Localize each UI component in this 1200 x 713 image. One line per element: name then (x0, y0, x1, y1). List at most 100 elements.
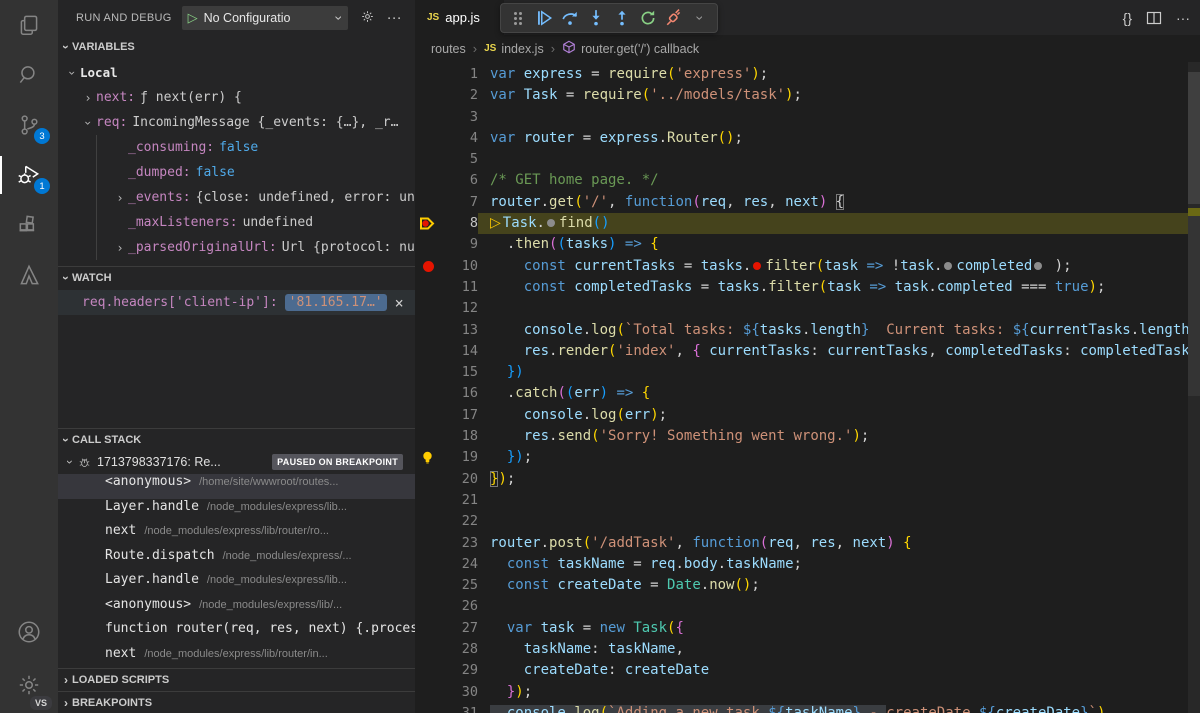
continue-button[interactable] (531, 5, 557, 31)
editor-more-actions-icon[interactable]: ··· (1176, 10, 1190, 26)
extensions-icon[interactable] (0, 200, 58, 250)
glyph-margin[interactable] (415, 682, 443, 703)
line-content[interactable]: }) (478, 362, 1200, 383)
explorer-icon[interactable] (0, 0, 58, 50)
stack-frame-row[interactable]: next/node_modules/express/lib/router/in.… (58, 646, 415, 671)
toolbar-drag-grip[interactable] (505, 5, 531, 31)
line-content[interactable]: var router = express.Router(); (478, 128, 1200, 149)
code-line[interactable]: 16 .catch((err) => { (415, 383, 1200, 404)
breakpoints-section-header[interactable]: › BREAKPOINTS (58, 691, 415, 713)
glyph-margin[interactable] (415, 320, 443, 341)
code-line[interactable]: 10 const currentTasks = tasks.filter(tas… (415, 256, 1200, 277)
stack-frame-row[interactable]: Layer.handle/node_modules/express/lib... (58, 572, 415, 597)
toolbar-chevron-down-icon[interactable]: › (687, 5, 713, 31)
code-line[interactable]: 13 console.log(`Total tasks: ${tasks.len… (415, 320, 1200, 341)
code-line[interactable]: 15 }) (415, 362, 1200, 383)
glyph-margin[interactable] (415, 596, 443, 617)
stack-frame-row[interactable]: next/node_modules/express/lib/router/ro.… (58, 523, 415, 548)
glyph-margin[interactable] (415, 426, 443, 447)
breadcrumb-symbol[interactable]: router.get('/') callback (562, 40, 699, 57)
line-content[interactable] (478, 511, 1200, 532)
glyph-margin[interactable] (415, 107, 443, 128)
line-content[interactable] (478, 107, 1200, 128)
code-line[interactable]: 24 const taskName = req.body.taskName; (415, 554, 1200, 575)
step-out-button[interactable] (609, 5, 635, 31)
glyph-margin[interactable] (415, 554, 443, 575)
variable-row[interactable]: ›_events:{close: undefined, error: un… (58, 185, 415, 210)
step-into-button[interactable] (583, 5, 609, 31)
azure-icon[interactable] (0, 250, 58, 300)
account-icon[interactable] (0, 607, 58, 657)
variable-row[interactable]: _maxListeners:undefined (58, 210, 415, 235)
stack-frame-row[interactable]: <anonymous>/node_modules/express/lib/... (58, 597, 415, 622)
breakpoint-icon[interactable] (415, 256, 443, 277)
variable-row[interactable]: ›_parsedOriginalUrl:Url {protocol: nu… (58, 235, 415, 260)
code-line[interactable]: 31 console.log(`Adding a new task ${task… (415, 703, 1200, 713)
line-content[interactable] (478, 596, 1200, 617)
stack-frame-row[interactable]: function router(req, res, next) {.proces (58, 621, 415, 646)
line-content[interactable] (478, 149, 1200, 170)
line-content[interactable]: const completedTasks = tasks.filter(task… (478, 277, 1200, 298)
tab-appjs[interactable]: JS app.js (415, 0, 504, 35)
code-line[interactable]: 4var router = express.Router(); (415, 128, 1200, 149)
code-line[interactable]: 18 res.send('Sorry! Something went wrong… (415, 426, 1200, 447)
glyph-margin[interactable] (415, 298, 443, 319)
breadcrumb-symbols-icon[interactable]: {} (1123, 10, 1132, 26)
debug-settings-gear-icon[interactable] (360, 9, 375, 26)
glyph-margin[interactable] (415, 85, 443, 106)
line-content[interactable]: }); (478, 447, 1200, 468)
line-content[interactable]: router.get('/', function(req, res, next)… (478, 192, 1200, 213)
glyph-margin[interactable] (415, 149, 443, 170)
code-line[interactable]: 11 const completedTasks = tasks.filter(t… (415, 277, 1200, 298)
overview-ruler[interactable] (1188, 62, 1200, 713)
glyph-margin[interactable] (415, 170, 443, 191)
glyph-margin[interactable] (415, 490, 443, 511)
split-editor-icon[interactable] (1146, 10, 1162, 26)
line-content[interactable]: var task = new Task({ (478, 618, 1200, 639)
variable-row[interactable]: _consuming:false (58, 135, 415, 160)
code-line[interactable]: 26 (415, 596, 1200, 617)
line-content[interactable]: var Task = require('../models/task'); (478, 85, 1200, 106)
code-line[interactable]: 19 }); (415, 447, 1200, 468)
code-line[interactable]: 23router.post('/addTask', function(req, … (415, 533, 1200, 554)
more-actions-icon[interactable]: ··· (387, 9, 402, 26)
code-line[interactable]: 1var express = require('express'); (415, 64, 1200, 85)
glyph-margin[interactable] (415, 405, 443, 426)
line-content[interactable]: var express = require('express'); (478, 64, 1200, 85)
watch-expression-row[interactable]: req.headers['client-ip']: '81.165.17…' × (58, 290, 415, 315)
glyph-margin[interactable] (415, 511, 443, 532)
line-content[interactable]: .then((tasks) => { (478, 234, 1200, 255)
code-line[interactable]: 22 (415, 511, 1200, 532)
variable-row[interactable]: _dumped:false (58, 160, 415, 185)
line-content[interactable]: }); (478, 469, 1200, 490)
stack-frame-row[interactable]: Route.dispatch/node_modules/express/... (58, 548, 415, 573)
line-content[interactable] (478, 490, 1200, 511)
remove-watch-icon[interactable]: × (395, 294, 404, 312)
line-content[interactable]: console.log(err); (478, 405, 1200, 426)
variable-scope-row[interactable]: ›Local (58, 60, 415, 85)
line-content[interactable]: res.render('index', { currentTasks: curr… (478, 341, 1200, 362)
glyph-margin[interactable] (415, 128, 443, 149)
code-line[interactable]: 5 (415, 149, 1200, 170)
glyph-margin[interactable] (415, 469, 443, 490)
breadcrumb-file[interactable]: JS index.js (484, 42, 544, 56)
glyph-margin[interactable] (415, 362, 443, 383)
line-content[interactable]: router.post('/addTask', function(req, re… (478, 533, 1200, 554)
code-line[interactable]: 27 var task = new Task({ (415, 618, 1200, 639)
code-editor[interactable]: 1var express = require('express');2var T… (415, 62, 1200, 713)
code-line[interactable]: 28 taskName: taskName, (415, 639, 1200, 660)
line-content[interactable]: const createDate = Date.now(); (478, 575, 1200, 596)
step-over-button[interactable] (557, 5, 583, 31)
glyph-margin[interactable] (415, 234, 443, 255)
lightbulb-icon[interactable] (415, 447, 443, 468)
code-line[interactable]: 14 res.render('index', { currentTasks: c… (415, 341, 1200, 362)
code-line[interactable]: 8▷Task.find() (415, 213, 1200, 234)
glyph-margin[interactable] (415, 639, 443, 660)
run-and-debug-icon[interactable]: 1 (0, 150, 58, 200)
breadcrumb-folder[interactable]: routes (431, 42, 466, 56)
code-line[interactable]: 25 const createDate = Date.now(); (415, 575, 1200, 596)
glyph-margin[interactable] (415, 277, 443, 298)
line-content[interactable]: console.log(`Total tasks: ${tasks.length… (478, 320, 1200, 341)
code-line[interactable]: 7router.get('/', function(req, res, next… (415, 192, 1200, 213)
line-content[interactable]: const taskName = req.body.taskName; (478, 554, 1200, 575)
